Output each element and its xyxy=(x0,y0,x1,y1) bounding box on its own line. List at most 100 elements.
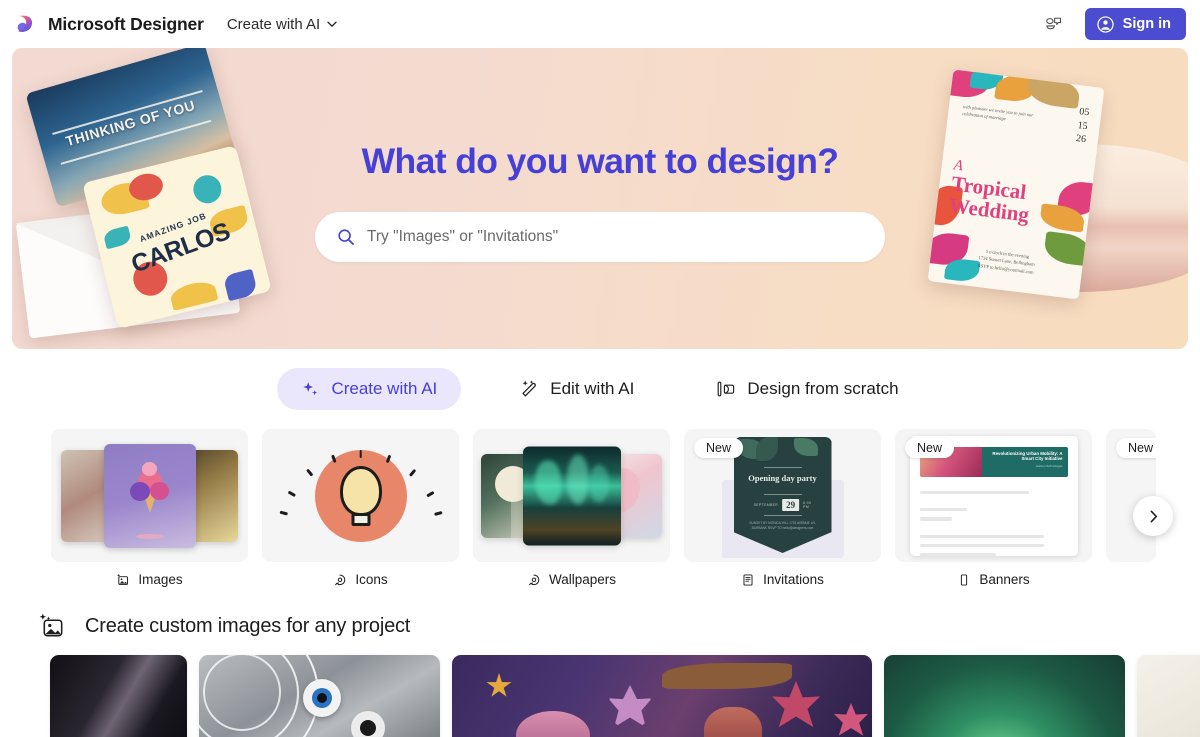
tab-edit-with-ai-label: Edit with AI xyxy=(550,379,635,398)
icons-shape-icon xyxy=(333,573,347,587)
search-icon xyxy=(337,228,355,246)
designer-logo-icon xyxy=(14,12,38,36)
wedding-blurb: with pleasure we invite you to join our … xyxy=(961,103,1034,122)
hero-center-content: What do you want to design? xyxy=(315,141,885,262)
wedding-footer-line2: 1734 Sunset Lane, Bellingham xyxy=(978,255,1035,268)
banners-label-row: Banners xyxy=(895,572,1092,587)
category-carousel: Images Icons Wallpapers New Opening day … xyxy=(0,429,1200,594)
wallpaper-art-center xyxy=(522,446,621,545)
wedding-date-d1: 05 xyxy=(1078,106,1090,119)
invitation-icon xyxy=(741,573,755,587)
lightbulb-illustration xyxy=(279,449,442,542)
category-card-list: Images Icons Wallpapers New Opening day … xyxy=(0,429,1200,587)
invitation-art-footer: SUNSET BY MONICA HILL 1733 AVENUE LN, BU… xyxy=(749,521,816,531)
wedding-title: A Tropical Wedding xyxy=(947,157,1035,227)
invitation-card-art: Opening day party SEPTEMBER 29 6:00 PM S… xyxy=(733,437,832,553)
category-card-banners[interactable]: New Revolutionizing Urban Mobility: A Sm… xyxy=(895,429,1092,587)
hero-art-right: with pleasure we invite you to join our … xyxy=(878,48,1188,349)
thinking-of-you-card: THINKING OF YOU xyxy=(25,48,237,208)
podium-graphic xyxy=(944,144,1188,292)
brand-name: Microsoft Designer xyxy=(48,13,204,34)
person-circle-icon xyxy=(1096,15,1114,33)
wedding-title-line3: Wedding xyxy=(947,192,1031,227)
top-navigation-bar: Microsoft Designer Create with AI Sign i… xyxy=(0,0,1200,48)
banner-art-headline: Revolutionizing Urban Mobility: A Smart … xyxy=(992,450,1063,462)
feedback-chat-icon[interactable] xyxy=(1039,9,1069,39)
smoke-dark-image[interactable] xyxy=(50,655,187,737)
wedding-footer-line3: RSVP to hello@yourmail.com xyxy=(977,262,1034,275)
invitations-label: Invitations xyxy=(763,572,824,587)
envelope-graphic xyxy=(15,197,241,339)
cosmic-floral-image[interactable] xyxy=(452,655,872,737)
custom-images-section-header: Create custom images for any project xyxy=(0,594,1200,641)
wallpapers-label-row: Wallpapers xyxy=(473,572,670,587)
status-badge-new-banners: New xyxy=(905,438,955,458)
invitation-art-date-row: SEPTEMBER 29 6:00 PM xyxy=(754,499,812,511)
images-art-center xyxy=(103,443,196,548)
invitation-art-title: Opening day party xyxy=(748,473,817,483)
banners-thumbnail[interactable]: New Revolutionizing Urban Mobility: A Sm… xyxy=(895,429,1092,562)
icons-label-row: Icons xyxy=(262,572,459,587)
amazing-job-carlos-card: AMAZING JOB CARLOS xyxy=(82,145,272,329)
custom-images-strip xyxy=(0,641,1200,737)
banners-label: Banners xyxy=(979,572,1030,587)
tab-edit-with-ai[interactable]: Edit with AI xyxy=(495,368,658,410)
hero-art-left: THINKING OF YOU AMAZING JOB CARLOS xyxy=(15,48,306,349)
images-thumbnail[interactable] xyxy=(51,429,248,562)
carlos-card-main: CARLOS xyxy=(127,217,234,279)
banner-art-subline: Horizon Technologies xyxy=(1035,464,1063,469)
thinking-of-you-text: THINKING OF YOU xyxy=(63,96,197,149)
topbar-actions: Sign in xyxy=(1039,8,1186,40)
brand-block[interactable]: Microsoft Designer xyxy=(14,12,204,36)
image-sparkle-icon xyxy=(116,573,130,587)
invitation-art-day: 29 xyxy=(782,499,800,511)
wedding-title-line2: Tropical xyxy=(950,171,1028,205)
category-card-invitations[interactable]: New Opening day party SEPTEMBER 29 6:00 … xyxy=(684,429,881,587)
tropical-wedding-card: with pleasure we invite you to join our … xyxy=(927,69,1105,300)
image-sparkle-icon xyxy=(38,612,67,641)
status-badge-new-invitations: New xyxy=(694,438,744,458)
banner-icon xyxy=(957,573,971,587)
mode-tabs: Create with AI Edit with AI Design from … xyxy=(0,357,1200,421)
halloween-spiderweb-image[interactable] xyxy=(199,655,440,737)
design-canvas-icon xyxy=(716,379,736,399)
page-title: What do you want to design? xyxy=(361,141,839,182)
wedding-footer-line1: 5 o'clock in the evening xyxy=(985,248,1030,260)
tab-design-from-scratch-label: Design from scratch xyxy=(747,379,899,398)
search-input[interactable] xyxy=(367,227,863,246)
tab-create-with-ai-label: Create with AI xyxy=(331,379,438,398)
status-badge-new-next: New xyxy=(1116,438,1156,458)
hero-banner: THINKING OF YOU AMAZING JOB CARLOS with … xyxy=(12,48,1188,349)
sign-in-button[interactable]: Sign in xyxy=(1084,8,1186,40)
icons-thumbnail[interactable] xyxy=(262,429,459,562)
invitation-art-month: SEPTEMBER xyxy=(753,503,779,507)
wedding-date-d3: 26 xyxy=(1075,133,1087,146)
wedding-footer: 5 o'clock in the evening 1734 Sunset Lan… xyxy=(930,241,1084,281)
images-label: Images xyxy=(138,572,183,587)
chevron-down-icon xyxy=(326,18,338,30)
images-label-row: Images xyxy=(51,572,248,587)
wallpapers-label: Wallpapers xyxy=(548,572,617,587)
category-card-icons[interactable]: Icons xyxy=(262,429,459,587)
magic-wand-icon xyxy=(519,379,539,399)
wallpapers-thumbnail[interactable] xyxy=(473,429,670,562)
tab-create-with-ai[interactable]: Create with AI xyxy=(277,368,462,410)
custom-images-section-title: Create custom images for any project xyxy=(85,615,411,637)
category-card-images[interactable]: Images xyxy=(51,429,248,587)
invitations-label-row: Invitations xyxy=(684,572,881,587)
cream-light-image[interactable] xyxy=(1137,655,1200,737)
tab-design-from-scratch[interactable]: Design from scratch xyxy=(692,368,922,410)
search-bar[interactable] xyxy=(315,211,885,262)
chevron-right-icon xyxy=(1146,509,1161,524)
carlos-card-sub: AMAZING JOB xyxy=(138,210,208,244)
create-with-ai-dropdown-label: Create with AI xyxy=(226,15,321,33)
icons-label: Icons xyxy=(355,572,388,587)
create-with-ai-dropdown[interactable]: Create with AI xyxy=(223,11,342,38)
wedding-title-line1: A xyxy=(952,157,964,175)
category-card-wallpapers[interactable]: Wallpapers xyxy=(473,429,670,587)
carousel-next-button[interactable] xyxy=(1133,496,1173,536)
wedding-date: 05 15 26 xyxy=(1075,105,1090,146)
invitations-thumbnail[interactable]: New Opening day party SEPTEMBER 29 6:00 … xyxy=(684,429,881,562)
sign-in-label: Sign in xyxy=(1122,16,1171,32)
green-gradient-image[interactable] xyxy=(884,655,1125,737)
